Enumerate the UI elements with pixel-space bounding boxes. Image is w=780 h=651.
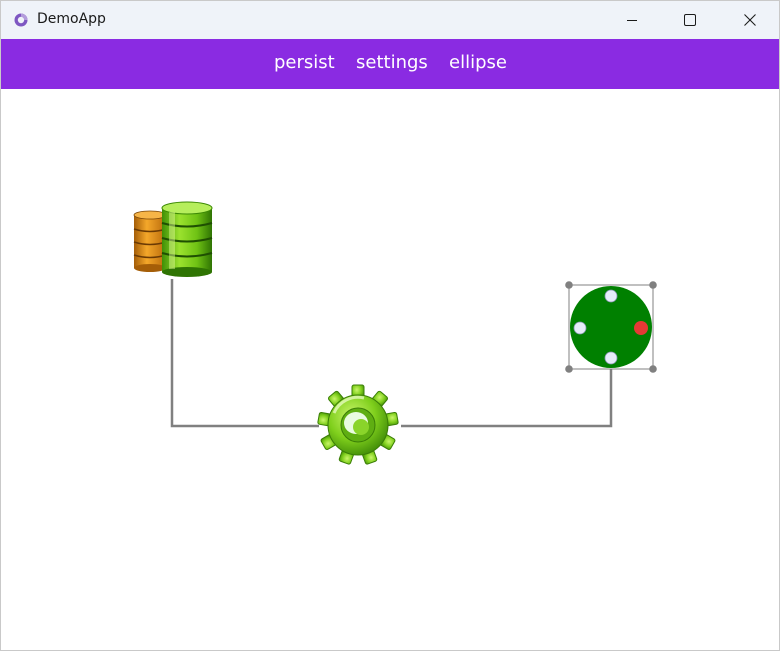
minimize-button[interactable] [603,1,661,39]
resize-handle-bottom-left[interactable] [565,365,573,373]
resize-handle-top-right[interactable] [649,281,657,289]
app-window: DemoApp persist settings ellipse [0,0,780,651]
diagram-canvas[interactable] [1,89,779,650]
maximize-button[interactable] [661,1,719,39]
resize-handle-top-left[interactable] [565,281,573,289]
minimize-icon [627,20,637,21]
port-bottom[interactable] [604,351,618,365]
menu-item-ellipse[interactable]: ellipse [449,52,507,73]
link-gear-ellipse[interactable] [401,369,613,428]
menu-item-persist[interactable]: persist [274,52,335,73]
port-left[interactable] [573,321,587,335]
gear-node[interactable] [317,384,399,465]
port-right-active[interactable] [634,321,648,335]
maximize-icon [684,14,696,26]
ellipse-node[interactable] [565,281,657,373]
database-node[interactable] [133,201,213,277]
menu-item-settings[interactable]: settings [356,52,428,73]
window-title: DemoApp [37,11,106,27]
close-button[interactable] [721,1,779,39]
gear-icon [317,384,399,465]
database-icon [133,201,213,277]
close-icon [744,14,756,26]
resize-handle-bottom-right[interactable] [649,365,657,373]
port-top[interactable] [604,289,618,303]
title-bar[interactable]: DemoApp [1,1,779,39]
app-icon [14,13,28,27]
link-database-gear[interactable] [170,279,319,428]
menu-bar: persist settings ellipse [1,39,779,89]
